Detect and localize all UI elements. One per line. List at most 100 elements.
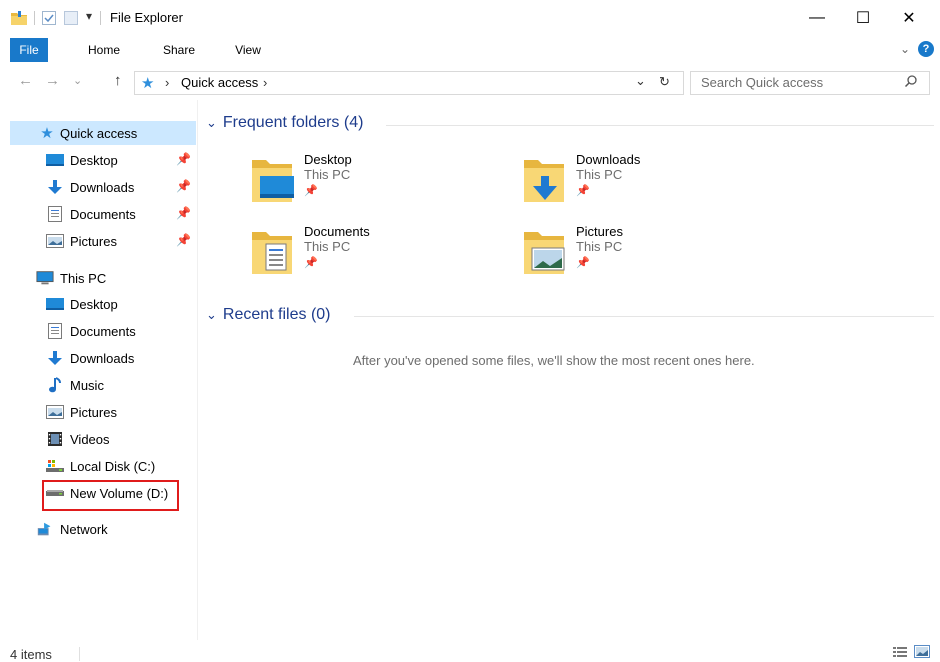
highlight-box xyxy=(42,480,179,511)
recent-empty-message: After you've opened some files, we'll sh… xyxy=(353,353,755,368)
folder-tile-documents[interactable]: Documents This PC 📌 xyxy=(250,224,510,288)
nav-item-pc-music[interactable]: Music xyxy=(46,373,104,397)
customize-quick-access-icon[interactable]: ▾ xyxy=(86,9,92,23)
collapse-chevron-icon[interactable]: ⌄ xyxy=(206,307,217,323)
address-dropdown-icon[interactable]: ⌄ xyxy=(635,73,646,89)
group-divider xyxy=(386,125,934,126)
minimize-button[interactable]: — xyxy=(794,0,840,36)
group-divider xyxy=(354,316,934,317)
nav-item-label: Desktop xyxy=(70,296,118,312)
nav-item-documents[interactable]: Documents xyxy=(46,202,136,226)
path-separator: › xyxy=(263,75,268,90)
collapse-chevron-icon[interactable]: ⌄ xyxy=(206,115,217,131)
refresh-icon[interactable]: ↻ xyxy=(659,74,670,90)
tab-share[interactable]: Share xyxy=(157,38,201,62)
title-bar: ▾ File Explorer — ☐ ✕ xyxy=(0,0,940,36)
nav-item-label: Documents xyxy=(70,323,136,339)
folder-name: Desktop xyxy=(304,152,352,167)
nav-item-label: Desktop xyxy=(70,152,118,168)
system-drive-icon xyxy=(46,458,64,474)
group-title: Recent files (0) xyxy=(222,306,331,323)
document-icon xyxy=(46,206,64,222)
nav-item-label: Downloads xyxy=(70,350,135,366)
folder-location: This PC xyxy=(304,167,351,182)
back-arrow-icon[interactable]: ← xyxy=(18,72,33,89)
pictures-icon xyxy=(46,233,64,249)
nav-item-downloads[interactable]: Downloads xyxy=(46,175,134,199)
nav-item-pc-pictures[interactable]: Pictures xyxy=(46,400,117,424)
folder-tile-downloads[interactable]: Downloads This PC 📌 xyxy=(522,152,782,216)
folder-desktop-icon xyxy=(252,160,294,202)
folder-tile-desktop[interactable]: Desktop This PC 📌 xyxy=(250,152,510,216)
folder-app-icon xyxy=(10,10,28,29)
maximize-button[interactable]: ☐ xyxy=(840,0,886,36)
folder-name: Pictures xyxy=(576,224,623,239)
ribbon-tabs: File Home Share View ⌄ ? xyxy=(0,38,940,62)
close-button[interactable]: ✕ xyxy=(886,0,932,36)
group-title: Frequent folders (4) xyxy=(222,114,364,131)
nav-item-pc-documents[interactable]: Documents xyxy=(46,319,136,343)
pin-icon[interactable]: 📌 xyxy=(176,152,191,166)
search-input[interactable]: Search Quick access xyxy=(701,75,823,90)
address-path[interactable]: Quick access xyxy=(181,75,258,90)
nav-item-label: Music xyxy=(70,377,104,393)
nav-item-label: Videos xyxy=(70,431,110,447)
nav-item-quick-access[interactable]: ★ Quick access xyxy=(10,121,196,145)
nav-item-local-disk-c[interactable]: Local Disk (C:) xyxy=(46,454,155,478)
nav-item-this-pc[interactable]: This PC xyxy=(36,266,106,290)
help-icon[interactable]: ? xyxy=(918,41,934,57)
pin-icon[interactable]: 📌 xyxy=(176,179,191,193)
desktop-icon xyxy=(46,152,64,168)
folder-documents-icon xyxy=(252,232,292,274)
folder-tile-pictures[interactable]: Pictures This PC 📌 xyxy=(522,224,782,288)
pin-icon: 📌 xyxy=(576,185,590,197)
nav-item-desktop[interactable]: Desktop xyxy=(46,148,118,172)
nav-item-label: Local Disk (C:) xyxy=(70,458,156,474)
nav-item-pc-downloads[interactable]: Downloads xyxy=(46,346,134,370)
pin-icon: 📌 xyxy=(576,257,590,269)
content-pane: ⌄ Frequent folders (4) Desktop This PC 📌… xyxy=(198,100,940,640)
properties-icon[interactable] xyxy=(42,11,56,28)
item-count: 4 items xyxy=(10,647,52,662)
quick-access-star-icon: ★ xyxy=(141,75,155,92)
folder-downloads-icon xyxy=(524,160,564,202)
up-arrow-icon[interactable]: ↑ xyxy=(114,72,122,89)
details-view-icon[interactable] xyxy=(893,646,907,661)
frequent-folders-header[interactable]: ⌄ Frequent folders (4) xyxy=(206,114,363,132)
pin-icon[interactable]: 📌 xyxy=(176,233,191,247)
address-bar[interactable]: ★ › Quick access › ⌄ ↻ xyxy=(134,71,684,95)
tab-home[interactable]: Home xyxy=(82,38,126,62)
nav-item-label: Downloads xyxy=(70,179,135,195)
nav-item-pc-videos[interactable]: Videos xyxy=(46,427,110,451)
nav-item-label: This PC xyxy=(60,270,107,286)
folder-location: This PC xyxy=(576,239,623,254)
new-folder-icon[interactable] xyxy=(64,11,78,28)
window-title: File Explorer xyxy=(110,10,183,25)
download-arrow-icon xyxy=(46,350,64,366)
recent-locations-chevron-icon[interactable]: ⌄ xyxy=(73,74,82,87)
nav-item-label: Pictures xyxy=(70,233,117,249)
tab-file[interactable]: File xyxy=(10,38,48,62)
nav-item-label: Network xyxy=(60,521,108,537)
film-icon xyxy=(46,431,64,447)
search-box[interactable]: Search Quick access xyxy=(690,71,930,95)
recent-files-header[interactable]: ⌄ Recent files (0) xyxy=(206,306,331,324)
divider xyxy=(100,11,101,25)
music-note-icon xyxy=(46,377,64,393)
nav-item-label: Pictures xyxy=(70,404,117,420)
search-icon[interactable] xyxy=(904,74,918,91)
pin-icon[interactable]: 📌 xyxy=(176,206,191,220)
navigation-pane: ★ Quick access Desktop 📌 Downloads 📌 Doc… xyxy=(0,100,197,640)
address-row: ← → ⌄ ↑ ★ › Quick access › ⌄ ↻ Search Qu… xyxy=(0,66,940,98)
quick-access-star-icon: ★ xyxy=(40,125,54,142)
tab-view[interactable]: View xyxy=(226,38,270,62)
large-icons-view-icon[interactable] xyxy=(914,645,930,661)
folder-location: This PC xyxy=(304,239,351,254)
nav-item-network[interactable]: Network xyxy=(36,517,108,541)
nav-item-pictures[interactable]: Pictures xyxy=(46,229,117,253)
folder-name: Downloads xyxy=(576,152,641,167)
expand-ribbon-icon[interactable]: ⌄ xyxy=(900,42,910,56)
nav-item-pc-desktop[interactable]: Desktop xyxy=(46,292,118,316)
pin-icon: 📌 xyxy=(304,257,318,269)
forward-arrow-icon[interactable]: → xyxy=(45,72,60,89)
